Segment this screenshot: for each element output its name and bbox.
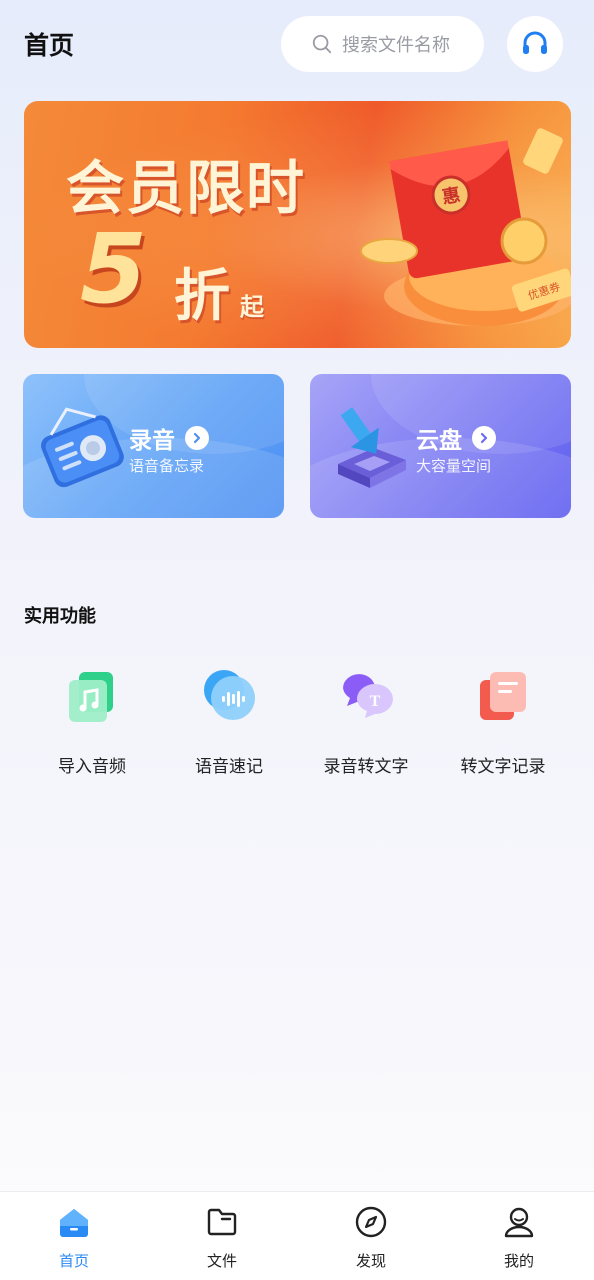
nav-discover-label: 发现 <box>355 1252 386 1270</box>
document-record-icon <box>480 672 526 720</box>
import-audio-label: 导入音频 <box>58 757 126 777</box>
record-card-subtitle: 语音备忘录 <box>129 457 205 475</box>
bottom-navigation: 首页 文件 发现 我的 <box>0 1191 594 1280</box>
section-title: 实用功能 <box>24 606 96 627</box>
speech-to-text-label: 录音转文字 <box>323 757 409 777</box>
page-title: 首页 <box>24 31 75 60</box>
banner-discount-number: 5 <box>80 213 147 325</box>
music-file-icon <box>69 672 113 722</box>
cloud-card-title-text: 云盘 <box>416 428 462 454</box>
search-placeholder: 搜索文件名称 <box>342 35 450 56</box>
search-icon <box>312 34 332 54</box>
record-card[interactable]: 录音 语音备忘录 <box>23 374 284 518</box>
nav-discover[interactable]: 发现 <box>331 1204 411 1274</box>
nav-home[interactable]: 首页 <box>34 1204 114 1274</box>
header: 首页 搜索文件名称 <box>0 0 594 90</box>
nav-profile[interactable]: 我的 <box>479 1204 559 1274</box>
red-envelope-illustration: 惠 优惠券 <box>360 128 571 326</box>
record-card-title-text: 录音 <box>129 428 175 454</box>
svg-text:T: T <box>370 693 381 710</box>
profile-icon <box>504 1207 534 1238</box>
compass-icon <box>355 1206 387 1238</box>
voice-wave-icon <box>204 670 255 720</box>
nav-profile-label: 我的 <box>503 1252 534 1270</box>
folder-icon <box>207 1208 237 1236</box>
search-input[interactable]: 搜索文件名称 <box>281 16 484 72</box>
chat-text-icon: T <box>343 674 393 718</box>
seal-text: 惠 <box>441 185 462 209</box>
home-icon <box>60 1209 88 1237</box>
nav-files-label: 文件 <box>206 1252 237 1270</box>
promo-banner[interactable]: 会员限时 5 折 起 惠 优惠券 <box>24 101 571 348</box>
speech-to-text-item[interactable]: T 录音转文字 <box>298 664 434 784</box>
cloud-card-title: 云盘 <box>416 421 496 455</box>
headset-icon <box>523 31 547 54</box>
import-audio-item[interactable]: 导入音频 <box>24 664 160 784</box>
customer-service-button[interactable] <box>507 16 563 72</box>
transcription-records-item[interactable]: 转文字记录 <box>435 664 571 784</box>
function-grid: 导入音频 语音速记 T 录音转文字 转文字记录 <box>24 664 571 794</box>
cloud-card[interactable]: 云盘 大容量空间 <box>310 374 571 518</box>
radio-recorder-icon <box>41 407 124 488</box>
chevron-right-icon <box>185 426 209 450</box>
banner-discount-suffix: 起 <box>240 293 264 321</box>
cloud-download-icon <box>338 407 406 488</box>
nav-files[interactable]: 文件 <box>182 1204 262 1274</box>
chevron-right-icon <box>472 426 496 450</box>
nav-home-label: 首页 <box>58 1252 89 1270</box>
voice-memo-item[interactable]: 语音速记 <box>161 664 297 784</box>
banner-discount-unit: 折 <box>174 264 230 329</box>
voice-memo-label: 语音速记 <box>195 757 263 777</box>
record-card-title: 录音 <box>129 421 209 455</box>
cloud-card-subtitle: 大容量空间 <box>416 457 492 475</box>
transcription-records-label: 转文字记录 <box>460 757 546 777</box>
